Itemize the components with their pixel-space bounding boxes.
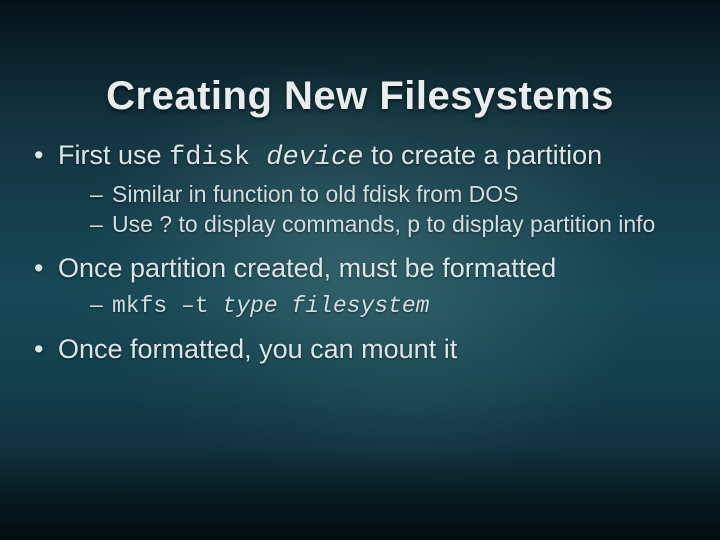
slide-title: Creating New Filesystems [0,74,720,119]
bullet-2: Once partition created, must be formatte… [28,251,696,320]
bullet-list: First use fdisk device to create a parti… [28,138,696,367]
text: to create a partition [363,140,602,170]
sub-list-2: mkfs –t type filesystem [58,290,696,321]
sub-bullet: mkfs –t type filesystem [90,290,696,321]
sub-bullet: Use ? to display commands, p to display … [90,210,696,239]
text: Once partition created, must be formatte… [58,253,556,283]
bullet-3: Once formatted, you can mount it [28,332,696,367]
slide: Creating New Filesystems First use fdisk… [0,0,720,540]
code-fdisk: fdisk [169,143,266,173]
code-mkfs: mkfs –t [112,293,222,319]
sub-bullet: Similar in function to old fdisk from DO… [90,180,696,209]
code-arg-device: device [266,143,363,173]
text: Once formatted, you can mount it [58,334,457,364]
slide-body: First use fdisk device to create a parti… [28,138,696,373]
sub-list-1: Similar in function to old fdisk from DO… [58,180,696,240]
text: First use [58,140,169,170]
code-arg-type-fs: type filesystem [222,293,429,319]
bullet-1: First use fdisk device to create a parti… [28,138,696,239]
